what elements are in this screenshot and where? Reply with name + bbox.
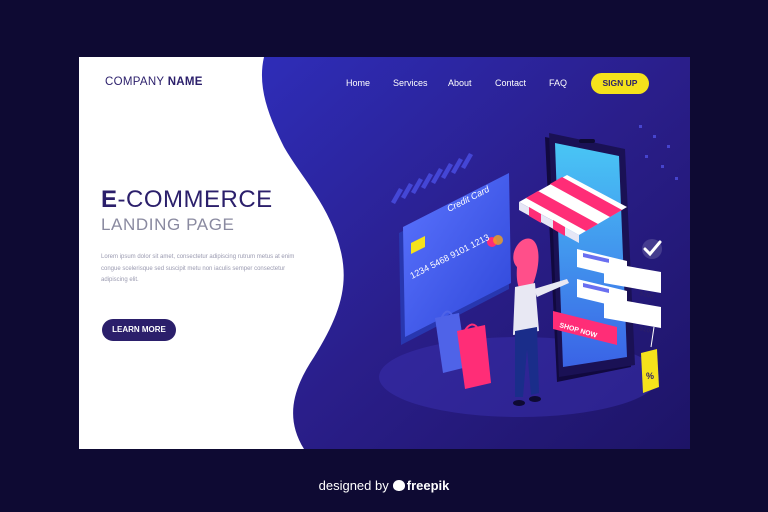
hero-title-bold: E [101,186,118,213]
sign-up-button[interactable]: SIGN UP [591,73,649,94]
freepik-logo-icon [392,480,405,491]
nav-services[interactable]: Services [393,78,428,88]
checkmark-badge-icon [642,239,662,259]
hero-title: E-COMMERCE [101,186,273,214]
tag-symbol: % [646,371,654,381]
credit-brand: freepik [406,478,450,493]
nav-contact[interactable]: Contact [495,78,526,88]
hero-title-rest: -COMMERCE [117,186,273,213]
hero-subtitle: LANDING PAGE [101,215,235,234]
logo-text-bold: NAME [167,76,203,88]
company-logo[interactable]: COMPANY NAME [105,76,203,88]
hero-body-text: Lorem ipsum dolor sit amet, consectetur … [101,254,295,283]
learn-more-button[interactable]: LEARN MORE [102,319,176,341]
nav-home[interactable]: Home [346,78,370,88]
nav-faq[interactable]: FAQ [549,78,567,88]
landing-page-card: Credit Card 1234 5468 9101 1213 $100 $10… [79,57,690,449]
nav-about[interactable]: About [448,78,472,88]
logo-text-light: COMPANY [105,76,168,88]
designer-credit: designed by freepik [0,478,768,493]
credit-prefix: designed by [318,478,389,493]
